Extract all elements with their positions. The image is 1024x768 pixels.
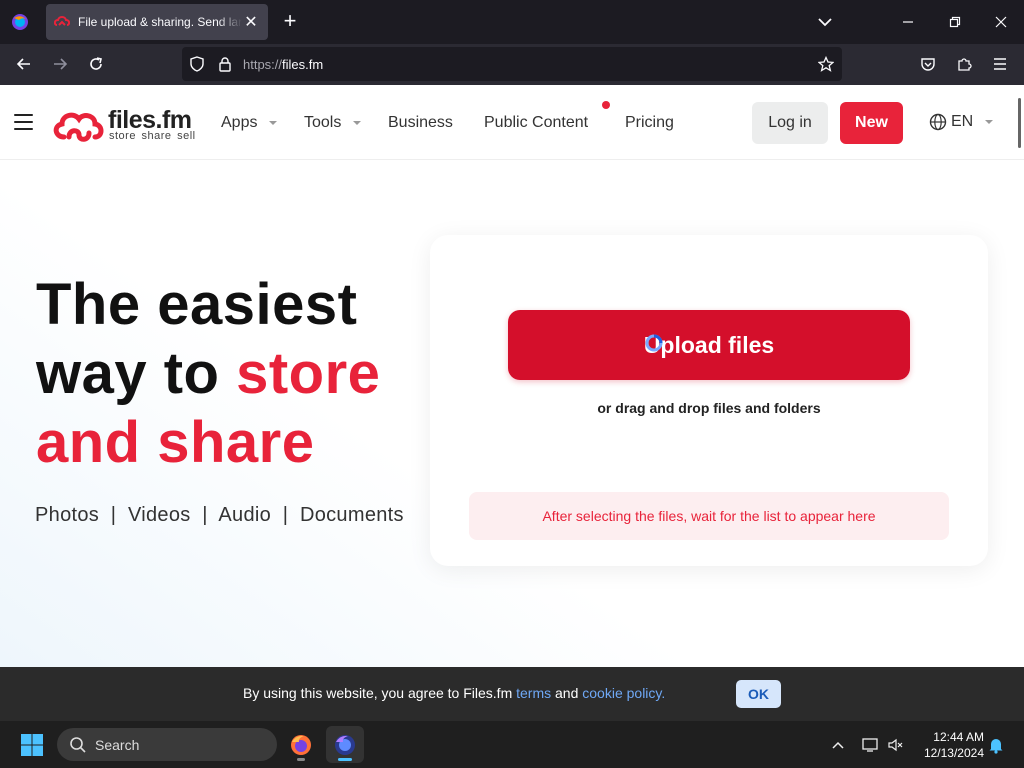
drag-drop-text: or drag and drop files and folders (597, 400, 821, 416)
hero-categories: Photos | Videos | Audio | Documents (35, 504, 404, 526)
app-menu-icon[interactable] (988, 52, 1012, 76)
nav-pricing[interactable]: Pricing (625, 114, 674, 132)
network-icon[interactable] (860, 735, 880, 755)
url-text: https://files.fm (243, 57, 324, 72)
hero-heading-line3: and share (36, 410, 315, 475)
windows-start-icon[interactable] (20, 733, 44, 757)
browser-tab-bar: File upload & sharing. Send large files … (0, 0, 1024, 44)
forward-icon[interactable] (48, 52, 72, 76)
shield-icon[interactable] (185, 52, 209, 76)
hero-heading-line1: The easiest (36, 272, 358, 337)
reload-icon[interactable] (84, 52, 108, 76)
taskbar-firefox-nightly[interactable] (326, 726, 364, 763)
hamburger-menu-icon[interactable] (14, 114, 33, 130)
chevron-down-icon (985, 120, 994, 124)
minimize-icon[interactable] (896, 10, 920, 34)
hero-heading: The easiest way to store and share (36, 270, 380, 477)
browser-nav-bar: https://files.fm (0, 44, 1024, 85)
nav-business[interactable]: Business (388, 114, 453, 132)
clock-date: 12/13/2024 (923, 746, 984, 760)
new-tab-icon[interactable]: + (279, 10, 301, 32)
pocket-icon[interactable] (916, 52, 940, 76)
nav-public-content-label: Public Content (484, 114, 589, 131)
cookie-consent-bar: By using this website, you agree to File… (0, 667, 1024, 721)
restore-icon[interactable] (943, 10, 967, 34)
close-window-icon[interactable] (989, 10, 1013, 34)
list-all-tabs-icon[interactable] (816, 14, 834, 30)
tab-title: File upload & sharing. Send large files (78, 15, 242, 29)
new-button[interactable]: New (840, 102, 903, 144)
upload-files-button[interactable]: Upload files (508, 310, 910, 380)
nav-tools[interactable]: Tools (304, 114, 362, 132)
login-button[interactable]: Log in (752, 102, 828, 144)
nav-apps[interactable]: Apps (221, 114, 278, 132)
bookmark-star-icon[interactable] (814, 52, 838, 76)
windows-taskbar: Search 12:44 AM 12/13/2024 (0, 721, 1024, 768)
cookie-ok-button[interactable]: OK (736, 680, 781, 708)
clock-time: 12:44 AM (933, 730, 984, 744)
logo-tagline: store share sell (109, 130, 196, 142)
chevron-down-icon (269, 121, 278, 125)
nav-business-label: Business (388, 114, 453, 131)
page-scrollbar[interactable] (1018, 98, 1021, 148)
cookie-policy-link[interactable]: cookie policy. (582, 685, 665, 701)
cookie-text: By using this website, you agree to File… (243, 685, 666, 701)
notification-dot (602, 101, 610, 109)
firefox-nightly-icon (335, 734, 355, 755)
busy-cursor-icon (645, 334, 663, 352)
show-hidden-icons-icon[interactable] (828, 735, 848, 755)
taskbar-search[interactable]: Search (57, 728, 277, 761)
nav-apps-label: Apps (221, 114, 258, 131)
nav-tools-label: Tools (304, 114, 342, 131)
taskbar-firefox[interactable] (282, 726, 320, 763)
taskbar-clock[interactable]: 12:44 AM 12/13/2024 (912, 729, 984, 761)
firefox-icon (291, 734, 311, 755)
terms-link[interactable]: terms (516, 685, 551, 701)
site-logo[interactable]: files.fm store share sell (52, 105, 202, 145)
cloud-logo-icon (53, 112, 104, 142)
files-fm-favicon-icon (54, 16, 70, 26)
search-placeholder: Search (95, 736, 140, 753)
address-bar[interactable]: https://files.fm (182, 47, 842, 81)
browser-tab-active[interactable]: File upload & sharing. Send large files … (46, 4, 268, 40)
hero-heading-line2: way to store (36, 341, 381, 406)
chevron-down-icon (353, 121, 362, 125)
nav-pricing-label: Pricing (625, 114, 674, 131)
firefox-view-icon[interactable] (8, 10, 32, 34)
lock-icon[interactable] (213, 52, 237, 76)
language-selector[interactable]: EN (929, 113, 994, 131)
volume-muted-icon[interactable] (886, 735, 906, 755)
language-label: EN (951, 113, 974, 130)
globe-icon (929, 113, 947, 131)
back-icon[interactable] (12, 52, 36, 76)
file-list-hint: After selecting the files, wait for the … (469, 492, 949, 540)
nav-public-content[interactable]: Public Content (484, 114, 588, 132)
extensions-icon[interactable] (952, 52, 976, 76)
search-icon (70, 736, 86, 753)
notifications-bell-icon[interactable] (986, 735, 1006, 755)
tab-close-icon[interactable]: ✕ (242, 12, 260, 32)
